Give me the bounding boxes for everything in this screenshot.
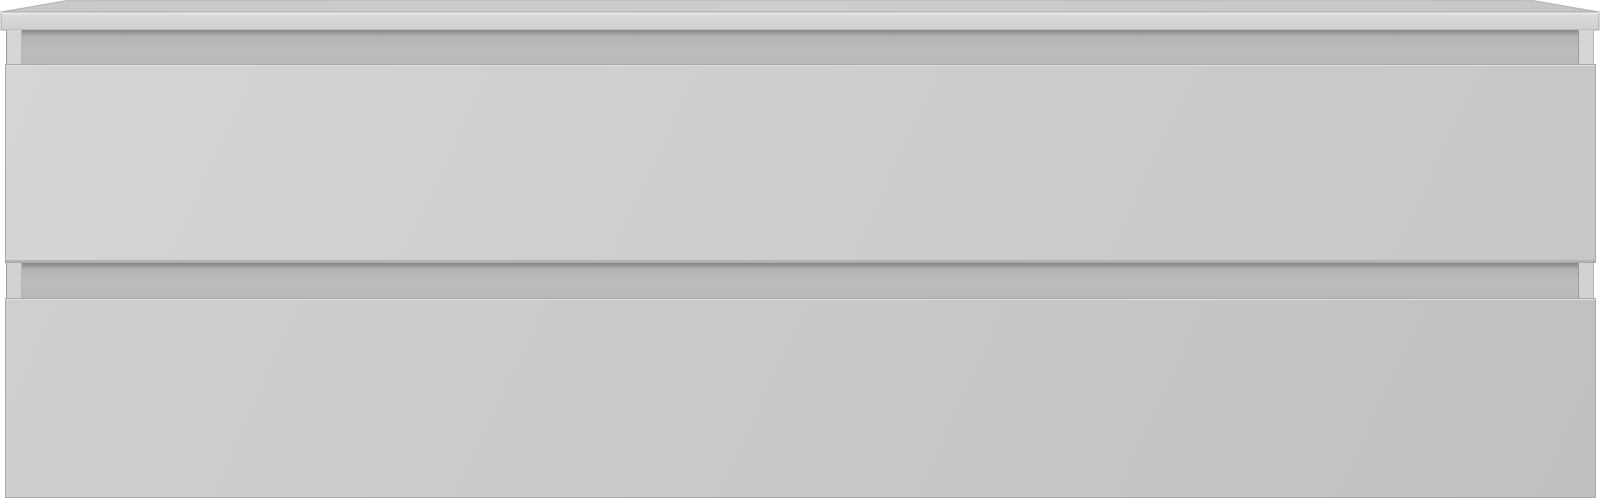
countertop-surface [0, 0, 1600, 31]
vanity-cabinet [0, 0, 1600, 498]
drawer-bottom-edge [6, 260, 1595, 262]
countertop [0, 0, 1600, 31]
recess-shadow [22, 30, 1578, 36]
drawer-highlight [6, 65, 1595, 66]
drawer-front-lower[interactable] [5, 298, 1596, 498]
handle-recess-top[interactable] [22, 30, 1578, 64]
drawer-highlight [6, 299, 1595, 300]
handle-recess-middle[interactable] [22, 263, 1578, 298]
recess-shadow [22, 263, 1578, 269]
drawer-front-upper[interactable] [5, 64, 1596, 263]
